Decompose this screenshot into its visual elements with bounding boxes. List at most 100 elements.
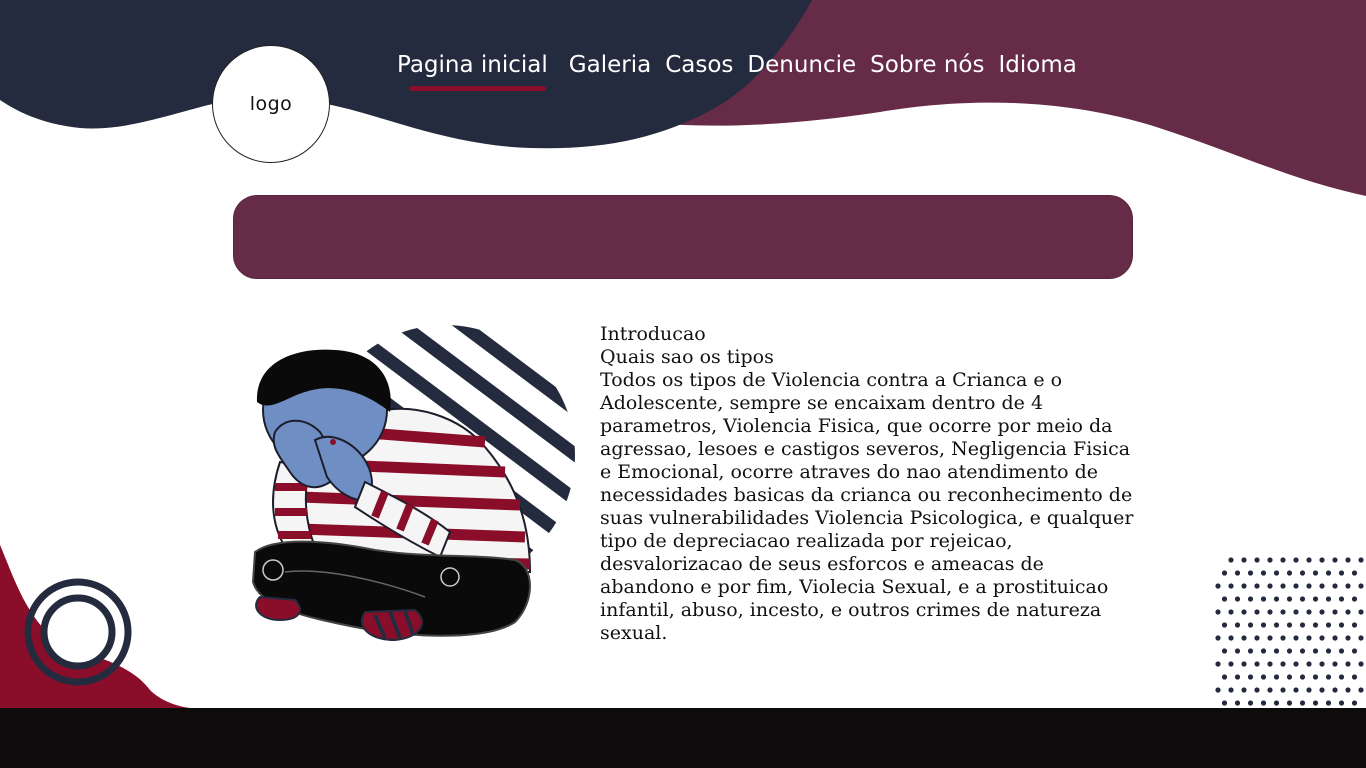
dot-shape (1280, 609, 1286, 615)
dot-shape (1345, 609, 1351, 615)
eye-shape (330, 439, 336, 445)
dot-shape (1234, 700, 1241, 706)
dot-shape (1215, 635, 1221, 641)
dot-shape (1312, 700, 1319, 706)
dot-shape (1241, 583, 1247, 589)
dot-shape (1319, 583, 1325, 589)
dot-shape (1286, 648, 1293, 654)
footer-bar (0, 708, 1366, 768)
nav-item-language[interactable]: Idioma (999, 52, 1077, 78)
dot-shape (1325, 570, 1332, 576)
dot-shape (1312, 570, 1319, 576)
dot-shape (1260, 674, 1267, 680)
dot-shape (1332, 609, 1338, 615)
dot-shape (1358, 661, 1364, 667)
nav-item-gallery[interactable]: Galeria (569, 52, 651, 78)
dot-shape (1280, 583, 1286, 589)
dot-shape (1293, 557, 1299, 563)
dot-shape (1306, 635, 1312, 641)
dot-shape (1215, 609, 1221, 615)
nav-item-report[interactable]: Denuncie (747, 52, 856, 78)
dot-shape (1241, 557, 1247, 563)
dot-shape (1228, 635, 1234, 641)
dot-shape (1247, 648, 1254, 654)
dot-shape (1260, 596, 1267, 602)
dot-shape (1254, 687, 1260, 693)
main-nav: Pagina inicial Galeria Casos Denuncie So… (397, 52, 1077, 78)
dot-shape (1306, 557, 1312, 563)
dot-shape (1267, 583, 1273, 589)
dot-shape (1299, 596, 1306, 602)
dot-shape (1319, 687, 1325, 693)
dot-shape (1221, 622, 1228, 628)
dot-shape (1306, 583, 1312, 589)
dot-pattern (1215, 557, 1364, 706)
dot-shape (1221, 700, 1228, 706)
dot-shape (1273, 622, 1280, 628)
dot-shape (1332, 557, 1338, 563)
dot-shape (1267, 687, 1273, 693)
dot-shape (1293, 583, 1299, 589)
dot-shape (1234, 648, 1241, 654)
dot-shape (1254, 609, 1260, 615)
dot-shape (1319, 661, 1325, 667)
dot-shape (1306, 661, 1312, 667)
dot-shape (1338, 700, 1345, 706)
dot-shape (1293, 635, 1299, 641)
dot-shape (1280, 687, 1286, 693)
dot-shape (1299, 570, 1306, 576)
dot-shape (1345, 661, 1351, 667)
dot-shape (1215, 687, 1221, 693)
dot-shape (1299, 648, 1306, 654)
sad-child-illustration (251, 325, 575, 642)
dot-shape (1241, 635, 1247, 641)
dot-shape (1325, 700, 1332, 706)
dot-shape (1319, 635, 1325, 641)
dot-shape (1338, 674, 1345, 680)
dot-shape (1286, 570, 1293, 576)
dot-shape (1273, 570, 1280, 576)
dot-shape (1325, 622, 1332, 628)
dot-shape (1273, 674, 1280, 680)
dot-shape (1254, 635, 1260, 641)
dot-shape (1267, 661, 1273, 667)
dot-shape (1286, 700, 1293, 706)
dot-shape (1299, 700, 1306, 706)
dot-shape (1254, 661, 1260, 667)
nav-item-cases[interactable]: Casos (665, 52, 733, 78)
left-sock-shape (255, 595, 301, 622)
dot-shape (1345, 583, 1351, 589)
dot-shape (1319, 557, 1325, 563)
article-text: Introducao Quais sao os tipos Todos os t… (600, 323, 1140, 645)
dot-shape (1351, 674, 1358, 680)
dot-shape (1358, 557, 1364, 563)
dot-shape (1345, 635, 1351, 641)
logo-label: logo (249, 93, 293, 115)
nav-item-home[interactable]: Pagina inicial (397, 52, 548, 78)
dot-shape (1260, 622, 1267, 628)
dot-shape (1267, 609, 1273, 615)
dot-shape (1293, 661, 1299, 667)
dot-shape (1234, 622, 1241, 628)
dot-shape (1221, 674, 1228, 680)
dot-shape (1332, 661, 1338, 667)
dot-shape (1358, 583, 1364, 589)
dot-shape (1351, 570, 1358, 576)
dot-shape (1286, 674, 1293, 680)
dot-shape (1345, 557, 1351, 563)
dot-shape (1286, 596, 1293, 602)
dot-shape (1306, 687, 1312, 693)
dot-shape (1260, 570, 1267, 576)
dot-shape (1228, 583, 1234, 589)
dot-shape (1267, 557, 1273, 563)
dot-shape (1312, 648, 1319, 654)
dot-shape (1273, 700, 1280, 706)
nav-item-about[interactable]: Sobre nós (870, 52, 984, 78)
logo[interactable]: logo (212, 45, 330, 163)
dot-shape (1293, 687, 1299, 693)
article-subheading: Quais sao os tipos (600, 346, 774, 368)
dot-shape (1247, 674, 1254, 680)
dot-shape (1325, 674, 1332, 680)
dot-shape (1260, 700, 1267, 706)
dot-shape (1247, 570, 1254, 576)
